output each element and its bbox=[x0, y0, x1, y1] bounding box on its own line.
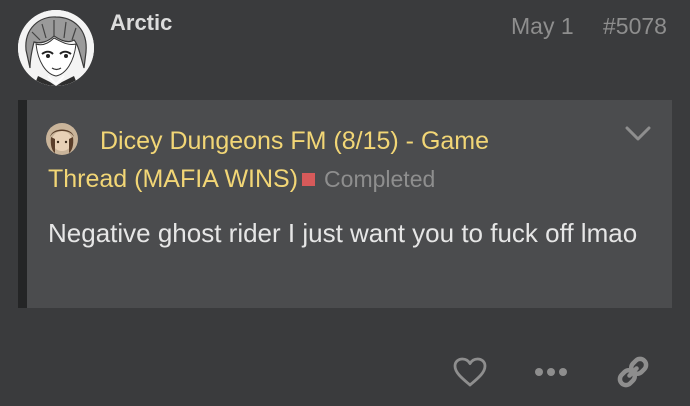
quote-bar bbox=[18, 100, 27, 308]
post-number[interactable]: #5078 bbox=[603, 13, 667, 40]
quote-title[interactable]: Dicey Dungeons FM (8/15) - Game Thread (… bbox=[48, 122, 568, 198]
like-button[interactable] bbox=[450, 352, 490, 392]
status-badge: Completed bbox=[302, 160, 435, 198]
avatar-image bbox=[18, 10, 94, 86]
quote-toggle[interactable] bbox=[624, 124, 652, 144]
chevron-down-icon bbox=[625, 126, 651, 141]
more-button[interactable] bbox=[530, 352, 572, 392]
quote-body: Negative ghost rider I just want you to … bbox=[48, 218, 638, 248]
link-icon bbox=[617, 356, 649, 388]
heart-icon bbox=[453, 357, 487, 387]
quote-block: Dicey Dungeons FM (8/15) - Game Thread (… bbox=[18, 100, 672, 308]
share-button[interactable] bbox=[612, 352, 654, 392]
status-square bbox=[302, 173, 316, 186]
ellipsis-icon bbox=[535, 368, 567, 376]
avatar[interactable] bbox=[18, 10, 94, 86]
username[interactable]: Arctic bbox=[110, 10, 172, 36]
status-label: Completed bbox=[324, 166, 436, 192]
post-date[interactable]: May 1 bbox=[511, 13, 574, 40]
post: Arctic May 1 #5078 Dicey Dungeons FM (8/… bbox=[0, 0, 690, 406]
